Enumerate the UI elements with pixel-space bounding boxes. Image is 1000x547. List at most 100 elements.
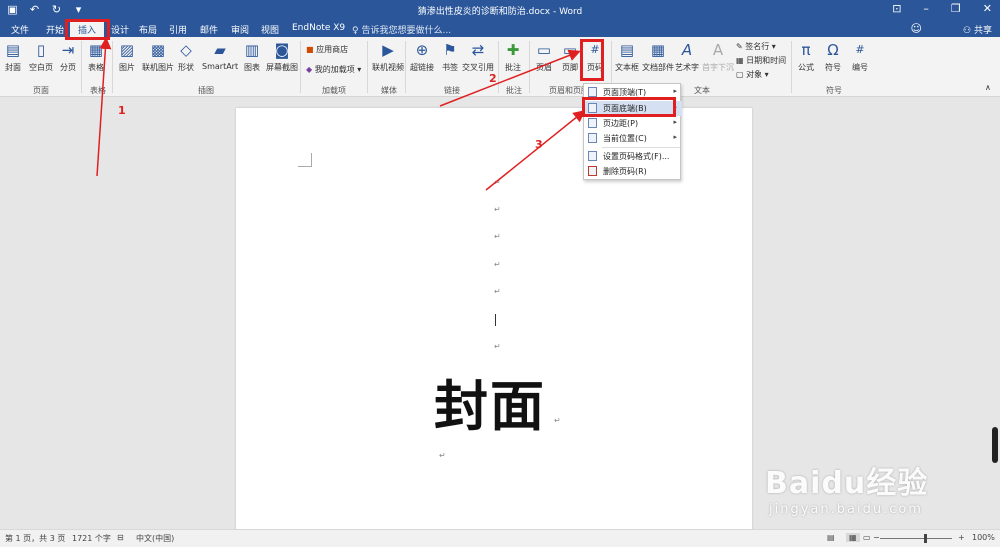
page-margins-icon (588, 118, 597, 128)
number-button[interactable]: # 编号 (851, 40, 869, 73)
minimize-icon[interactable]: – (923, 2, 929, 15)
table-icon: ▦ (88, 41, 104, 59)
highlight-insert-tab (65, 19, 110, 40)
bookmark-button[interactable]: ⚑ 书签 (441, 40, 459, 73)
chart-button[interactable]: ▥ 图表 (243, 40, 261, 73)
online-picture-button[interactable]: ▩ 联机图片 (142, 40, 174, 73)
camera-icon: ◙ (274, 41, 290, 59)
format-page-number-icon (588, 151, 597, 161)
print-layout-icon[interactable]: ▦ (846, 533, 860, 542)
table-button[interactable]: ▦ 表格 (87, 40, 105, 73)
group-links: 链接 (444, 86, 460, 95)
cover-heading: 封面 (434, 374, 546, 438)
screenshot-button[interactable]: ◙ 屏幕截图 (266, 40, 298, 73)
ribbon-display-icon[interactable]: ⊡ (892, 2, 901, 15)
dropcap-button[interactable]: A 首字下沉 (702, 40, 734, 73)
online-video-button[interactable]: ▶ 联机视频 (372, 40, 404, 73)
object-button[interactable]: ▢ 对象 ▾ (736, 69, 769, 80)
submenu-arrow-icon: ▸ (673, 133, 677, 141)
date-time-button[interactable]: ▦ 日期和时间 (736, 55, 786, 66)
paragraph-mark: ↵ (494, 232, 501, 241)
restore-icon[interactable]: ❐ (951, 2, 961, 15)
web-layout-icon[interactable]: ▭ (863, 533, 871, 542)
word-window: ▣ ↶ ↻ ▾ 猜渗出性皮炎的诊断和防治.docx - Word ⊡ – ❐ ✕… (0, 0, 1000, 547)
cross-reference-icon: ⇄ (471, 41, 485, 59)
shapes-button[interactable]: ◇ 形状 (177, 40, 195, 73)
tab-layout[interactable]: 布局 (139, 23, 157, 36)
menu-item-page-margins[interactable]: 页边距(P) ▸ (584, 116, 682, 131)
scroll-thumb[interactable] (992, 427, 998, 463)
vertical-scrollbar[interactable] (990, 97, 1000, 529)
ribbon: ▤ 封面 ▯ 空白页 ⇥ 分页 页面 ▦ 表格 表格 ▨ 图片 ▩ 联机图片 ◇ 形状 ▰ Sm… (0, 37, 1000, 97)
close-icon[interactable]: ✕ (983, 2, 992, 15)
zoom-out-icon[interactable]: − (873, 533, 880, 542)
group-comments: 批注 (506, 86, 522, 95)
window-title: 猜渗出性皮炎的诊断和防治.docx - Word (417, 7, 583, 17)
separator (367, 41, 368, 93)
globe-link-icon: ⊕ (415, 41, 429, 59)
submenu-arrow-icon: ▸ (673, 87, 677, 95)
tab-endnote[interactable]: EndNote X9 (292, 23, 345, 33)
paragraph-mark: ↵ (494, 205, 501, 214)
group-tables: 表格 (90, 86, 106, 95)
separator (498, 41, 499, 93)
paragraph-mark: ↵ (494, 287, 501, 296)
cross-reference-button[interactable]: ⇄ 交叉引用 (462, 40, 494, 73)
tab-view[interactable]: 视图 (261, 23, 279, 36)
footer-button[interactable]: ▭ 页脚 (561, 40, 579, 73)
header-button[interactable]: ▭ 页眉 (535, 40, 553, 73)
word-count[interactable]: 1721 个字 (72, 533, 111, 544)
signature-line-button[interactable]: ✎ 签名行 ▾ (736, 41, 776, 52)
wordart-button[interactable]: A 艺术字 (675, 40, 699, 73)
picture-button[interactable]: ▨ 图片 (118, 40, 136, 73)
quick-parts-button[interactable]: ▦ 文档部件 (642, 40, 674, 73)
proofing-icon[interactable]: ⊟ (117, 533, 124, 542)
store-button[interactable]: ■ 应用商店 (306, 44, 348, 55)
tab-review[interactable]: 审阅 (231, 23, 249, 36)
tab-mailings[interactable]: 邮件 (200, 23, 218, 36)
baidu-watermark: Baidu经验 jingyan.baidu.com (765, 458, 928, 517)
my-addins-button[interactable]: ◆ 我的加载项 ▾ (306, 64, 361, 75)
annotation-number-1: 1 (118, 104, 126, 117)
dropcap-icon: A (712, 41, 724, 59)
textbox-button[interactable]: ▤ 文本框 (615, 40, 639, 73)
user-icon[interactable]: ☺ (911, 22, 922, 35)
smartart-button[interactable]: ▰ SmartArt (202, 40, 238, 71)
tab-home[interactable]: 开始 (46, 23, 64, 36)
menu-item-current-position[interactable]: 当前位置(C) ▸ (584, 131, 682, 146)
object-icon: ▢ (736, 70, 744, 79)
wordart-icon: A (681, 41, 693, 59)
collapse-ribbon-icon[interactable]: ∧ (985, 83, 991, 92)
symbol-button[interactable]: Ω 符号 (824, 40, 842, 73)
tab-file[interactable]: 文件 (11, 23, 29, 36)
current-position-icon (588, 133, 597, 143)
tell-me-box[interactable]: ♀ 告诉我您想要做什么... (352, 23, 451, 36)
language[interactable]: 中文(中国) (136, 533, 174, 544)
tab-design[interactable]: 设计 (111, 23, 129, 36)
cover-button[interactable]: ▤ 封面 (4, 40, 22, 73)
tab-references[interactable]: 引用 (169, 23, 187, 36)
equation-button[interactable]: π 公式 (797, 40, 815, 73)
share-button[interactable]: ⚇ 共享 (963, 23, 992, 36)
title-bar: ▣ ↶ ↻ ▾ 猜渗出性皮炎的诊断和防治.docx - Word ⊡ – ❐ ✕ (0, 0, 1000, 20)
page-break-button[interactable]: ⇥ 分页 (59, 40, 77, 73)
separator (81, 41, 82, 93)
menu-item-remove-page-numbers[interactable]: 删除页码(R) (584, 164, 682, 179)
cover-page-icon: ▤ (5, 41, 21, 59)
blank-page-button[interactable]: ▯ 空白页 (29, 40, 53, 73)
zoom-level[interactable]: 100% (972, 533, 995, 542)
bookmark-icon: ⚑ (443, 41, 457, 59)
zoom-slider[interactable] (880, 538, 952, 539)
quick-parts-icon: ▦ (650, 41, 666, 59)
smartart-icon: ▰ (214, 41, 226, 59)
menu-item-format-page-numbers[interactable]: 设置页码格式(F)... (584, 149, 682, 164)
zoom-in-icon[interactable]: + (958, 533, 965, 542)
comment-button[interactable]: ✚ 批注 (504, 40, 522, 73)
paragraph-mark: ↵ (554, 416, 561, 425)
zoom-slider-thumb[interactable] (924, 534, 927, 543)
page-count[interactable]: 第 1 页，共 3 页 (5, 533, 65, 544)
hyperlink-button[interactable]: ⊕ 超链接 (410, 40, 434, 73)
group-illustrations: 插图 (198, 86, 214, 95)
read-mode-icon[interactable]: ▤ (827, 533, 835, 542)
separator (791, 41, 792, 93)
